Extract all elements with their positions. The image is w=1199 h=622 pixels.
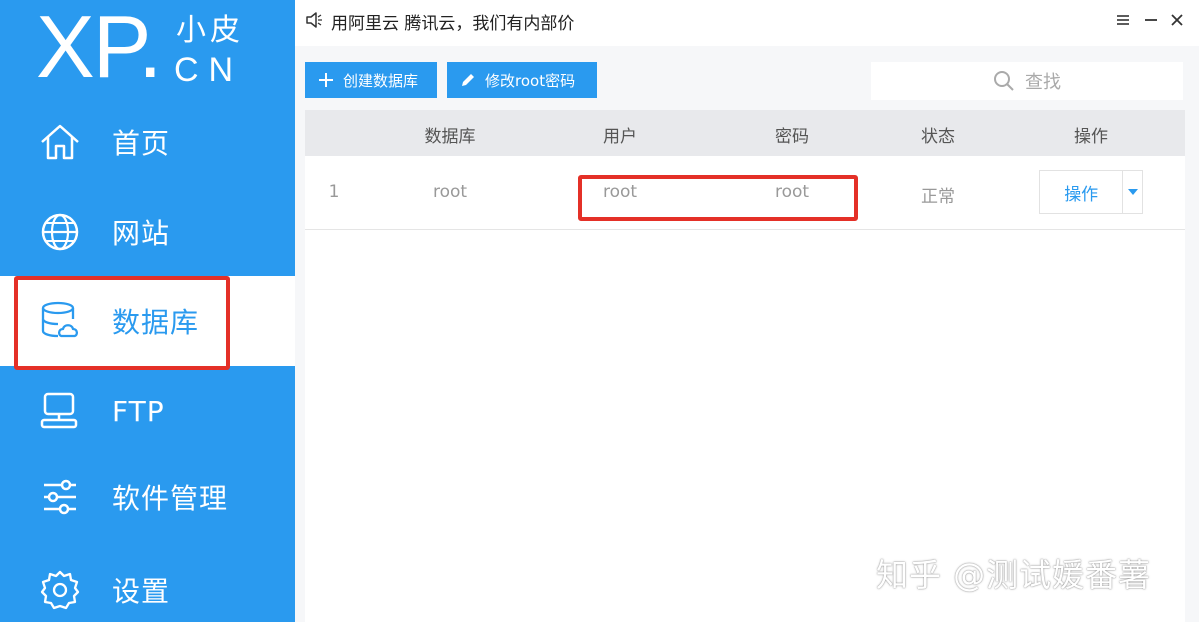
create-database-button[interactable]: 创建数据库 (305, 62, 437, 98)
modify-root-password-button[interactable]: 修改root密码 (447, 62, 597, 98)
pencil-icon (462, 74, 474, 86)
logo-cn-text: 小皮 (176, 13, 244, 48)
column-header-status: 状态 (921, 127, 955, 147)
menu-icon[interactable] (1112, 9, 1134, 31)
app-logo: XP. 小皮 CN (36, 2, 266, 92)
home-icon (41, 124, 79, 160)
minimize-icon[interactable] (1140, 9, 1162, 31)
toolbar: 创建数据库 修改root密码 查找 (295, 46, 1199, 110)
logo-en-text: CN (174, 51, 244, 89)
search-icon (994, 71, 1014, 91)
cell-user: root (602, 182, 638, 202)
column-header-user: 用户 (603, 127, 637, 147)
action-button[interactable]: 操作 (1039, 170, 1143, 214)
cell-status: 正常 (921, 187, 955, 207)
sidebar-item-website[interactable]: 网站 (0, 187, 295, 277)
sidebar-item-label: FTP (112, 394, 165, 428)
create-database-label: 创建数据库 (343, 71, 419, 90)
close-icon[interactable] (1166, 9, 1188, 31)
sidebar-item-home[interactable]: 首页 (0, 97, 295, 187)
search-input[interactable]: 查找 (871, 62, 1183, 100)
sidebar-item-label: 设置 (112, 575, 171, 608)
sidebar-item-ftp[interactable]: FTP (0, 366, 295, 456)
plus-icon (319, 73, 333, 87)
search-placeholder: 查找 (1025, 72, 1061, 93)
sidebar-item-label: 网站 (112, 217, 171, 250)
main-panel: 用阿里云 腾讯云，我们有内部价 创建数据库 修改root密码 查找 数据库 用户… (295, 0, 1199, 622)
cell-password: root (774, 182, 810, 202)
promo-notice[interactable]: 用阿里云 腾讯云，我们有内部价 (331, 9, 574, 34)
sidebar-item-database[interactable]: 数据库 (0, 276, 295, 366)
watermark: 知乎 @测试媛番薯 (876, 556, 1152, 594)
gear-icon (40, 570, 80, 610)
column-header-database: 数据库 (424, 127, 476, 147)
column-header-action: 操作 (1074, 127, 1108, 147)
caret-down-icon (1127, 189, 1138, 195)
modify-root-password-label: 修改root密码 (485, 71, 576, 90)
sidebar-item-settings[interactable]: 设置 (0, 545, 295, 622)
sidebar-item-label: 首页 (112, 127, 171, 160)
speaker-icon (306, 12, 322, 28)
sidebar: XP. 小皮 CN 首页 网站 数据库 FTP 软件管理 设置 (0, 0, 295, 622)
sidebar-item-label: 软件管理 (112, 482, 229, 515)
database-table: 数据库 用户 密码 状态 操作 1 root root root 正常 操作 (305, 110, 1185, 622)
logo-main-text: XP. (36, 0, 162, 96)
row-index: 1 (328, 182, 340, 202)
title-bar: 用阿里云 腾讯云，我们有内部价 (295, 0, 1199, 46)
column-header-password: 密码 (775, 127, 809, 147)
action-dropdown[interactable] (1122, 170, 1142, 214)
sidebar-item-software[interactable]: 软件管理 (0, 452, 295, 542)
action-button-label: 操作 (1064, 184, 1099, 205)
globe-icon (41, 213, 79, 251)
sidebar-item-label: 数据库 (112, 306, 200, 339)
cell-database: root (432, 182, 468, 202)
sliders-icon (44, 479, 76, 515)
server-icon (40, 392, 78, 429)
database-icon (41, 301, 79, 338)
table-header: 数据库 用户 密码 状态 操作 (305, 110, 1185, 156)
table-row: 1 root root root 正常 操作 (305, 156, 1185, 230)
